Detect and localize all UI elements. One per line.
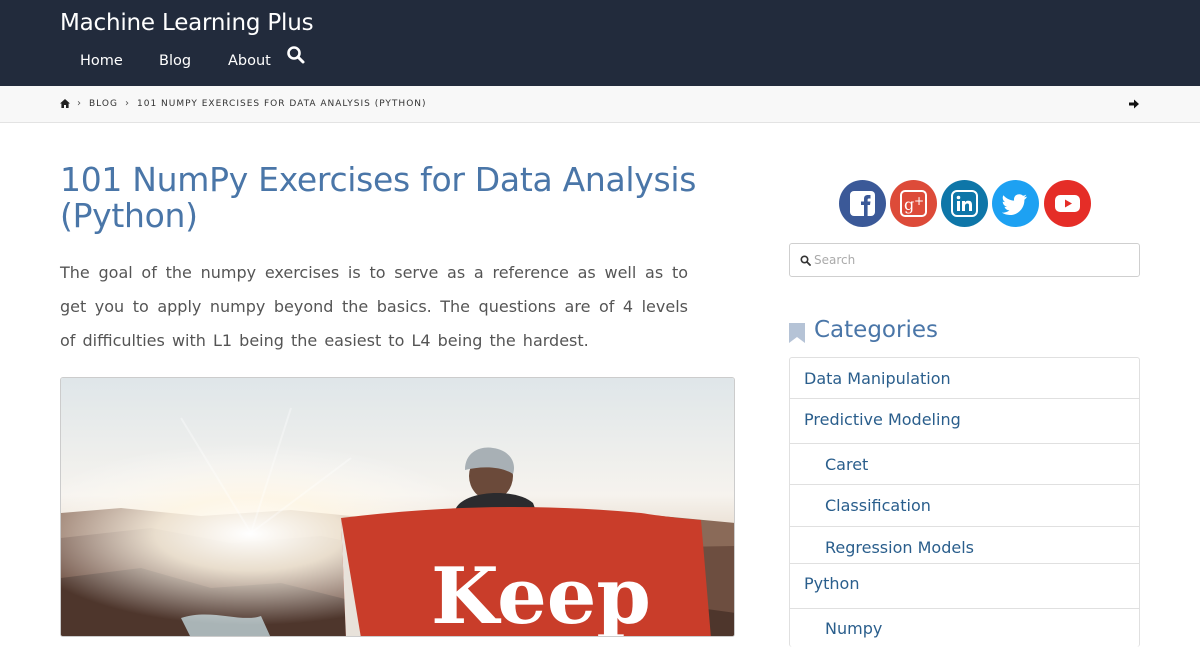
search-input[interactable]: [814, 250, 1124, 270]
category-label: Predictive Modeling: [804, 410, 961, 429]
category-label: Regression Models: [825, 538, 974, 557]
subcategory-item[interactable]: Regression Models: [790, 527, 1139, 564]
category-label: Caret: [825, 455, 869, 474]
post-excerpt: The goal of the numpy exercises is to se…: [60, 263, 688, 350]
linkedin-icon: [951, 190, 978, 217]
hero-image: Keep: [60, 377, 735, 637]
subcategory-item[interactable]: Caret: [790, 444, 1139, 485]
category-label: Numpy: [825, 619, 883, 638]
nav-item-home[interactable]: Home: [80, 53, 123, 69]
svg-text:+: +: [914, 194, 924, 208]
hero-banner-text: Keep: [431, 551, 651, 637]
subcategory-item[interactable]: Classification: [790, 485, 1139, 527]
search-icon: [800, 255, 811, 266]
category-label: Data Manipulation: [804, 369, 951, 388]
category-item[interactable]: Data Manipulation: [790, 358, 1139, 399]
nav-item-about[interactable]: About: [228, 53, 271, 69]
facebook-icon: [850, 191, 875, 216]
category-item[interactable]: Predictive Modeling: [790, 399, 1139, 444]
category-label: Python: [804, 574, 860, 593]
breadcrumb-blog[interactable]: BLOG: [89, 99, 118, 109]
category-label: Classification: [825, 496, 931, 515]
sidebar-search: [789, 243, 1140, 277]
youtube-icon: [1055, 195, 1080, 212]
google-plus-button[interactable]: g +: [890, 180, 937, 227]
category-item[interactable]: Python: [790, 564, 1139, 609]
site-title[interactable]: Machine Learning Plus: [60, 10, 314, 36]
subcategory-item[interactable]: Numpy: [790, 609, 1139, 649]
facebook-button[interactable]: [839, 180, 886, 227]
nav-item-blog[interactable]: Blog: [159, 53, 191, 69]
twitter-button[interactable]: [992, 180, 1039, 227]
bookmark-icon: [789, 323, 805, 343]
linkedin-button[interactable]: [941, 180, 988, 227]
chevron-right-icon: ›: [77, 98, 81, 109]
site-header: Machine Learning Plus Home Blog About: [0, 0, 1200, 86]
search-icon[interactable]: [286, 45, 306, 65]
home-icon[interactable]: [60, 99, 70, 108]
post-title: 101 NumPy Exercises for Data Analysis (P…: [60, 160, 697, 235]
categories-heading: Categories: [814, 317, 938, 343]
arrow-right-icon[interactable]: [1129, 99, 1139, 109]
breadcrumb-current: 101 NUMPY EXERCISES FOR DATA ANALYSIS (P…: [137, 99, 427, 109]
google-plus-icon: g +: [900, 190, 927, 217]
breadcrumb: › BLOG › 101 NUMPY EXERCISES FOR DATA AN…: [0, 86, 1200, 123]
chevron-right-icon: ›: [125, 98, 129, 109]
category-list: Data Manipulation Predictive Modeling Ca…: [789, 357, 1140, 647]
svg-text:g: g: [904, 195, 914, 214]
youtube-button[interactable]: [1044, 180, 1091, 227]
twitter-icon: [1002, 194, 1027, 215]
